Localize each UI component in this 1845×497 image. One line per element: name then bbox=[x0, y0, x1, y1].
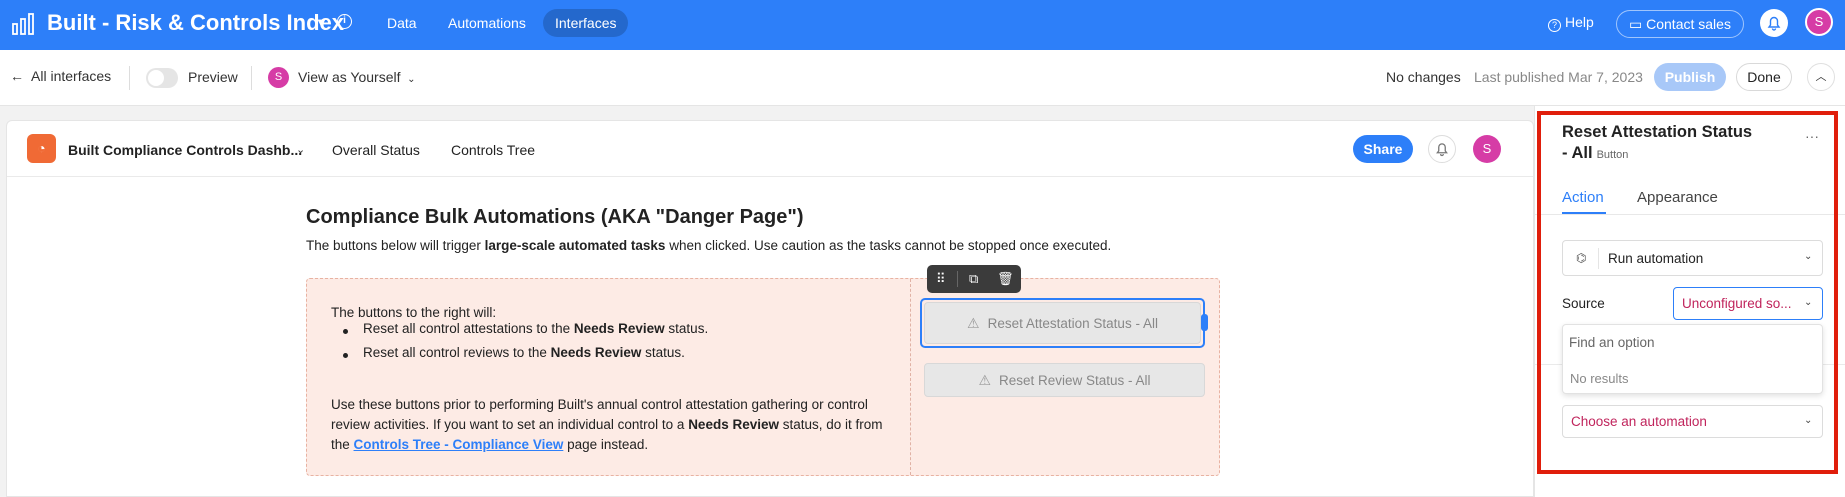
arrow-left-icon: ← bbox=[10, 68, 24, 84]
source-dropdown: No results bbox=[1562, 324, 1823, 394]
resize-handle[interactable] bbox=[1201, 314, 1208, 331]
nav-automations[interactable]: Automations bbox=[436, 9, 538, 37]
divider bbox=[957, 271, 958, 287]
base-title[interactable]: Built - Risk & Controls Index bbox=[47, 10, 344, 36]
panel-title: Reset Attestation Status - All Button bbox=[1562, 123, 1753, 162]
action-select[interactable]: ⌬ Run automation ⌄ bbox=[1562, 240, 1823, 276]
help-icon: ? bbox=[1548, 19, 1561, 32]
bullet bbox=[343, 353, 348, 358]
box-paragraph-line: review activities. If you want to set an… bbox=[331, 417, 883, 432]
interface-canvas: ◔ Built Compliance Controls Dashb... ⌄ O… bbox=[6, 120, 1534, 497]
bullet-attestations: Reset all control attestations to the Ne… bbox=[363, 321, 709, 336]
preview-label: Preview bbox=[188, 69, 238, 85]
bullet bbox=[343, 329, 348, 334]
chevron-down-icon: ⌄ bbox=[1804, 297, 1813, 308]
preview-toggle[interactable] bbox=[146, 68, 178, 88]
page-title: Compliance Bulk Automations (AKA "Danger… bbox=[306, 206, 804, 228]
duplicate-icon[interactable]: ⧉ bbox=[969, 271, 978, 287]
bullet-reviews: Reset all control reviews to the Needs R… bbox=[363, 345, 685, 360]
tab-controls-tree[interactable]: Controls Tree bbox=[451, 142, 535, 158]
automation-select[interactable]: Choose an automation ⌄ bbox=[1562, 405, 1823, 438]
tab-overall-status[interactable]: Overall Status bbox=[332, 142, 420, 158]
nav-data[interactable]: Data bbox=[375, 9, 429, 37]
nav-interfaces[interactable]: Interfaces bbox=[543, 9, 629, 37]
automation-icon: ⌬ bbox=[1576, 251, 1587, 265]
chevron-up-icon[interactable]: ︿ bbox=[1807, 63, 1835, 91]
tab-action[interactable]: Action bbox=[1562, 189, 1604, 206]
source-select[interactable]: Unconfigured so... ⌄ bbox=[1673, 287, 1823, 320]
notifications-button[interactable] bbox=[1428, 135, 1456, 163]
view-as-dropdown[interactable]: View as Yourself ⌄ bbox=[298, 69, 416, 85]
bar-chart-icon[interactable] bbox=[12, 13, 34, 35]
page-description: The buttons below will trigger large-sca… bbox=[306, 238, 1112, 253]
source-label: Source bbox=[1562, 296, 1605, 311]
change-status: No changes bbox=[1386, 69, 1461, 85]
last-published: Last published Mar 7, 2023 bbox=[1474, 69, 1643, 85]
divider bbox=[251, 66, 252, 90]
publish-button[interactable]: Publish bbox=[1654, 63, 1726, 91]
done-button[interactable]: Done bbox=[1736, 63, 1792, 91]
chat-icon: ▭ bbox=[1629, 16, 1643, 32]
top-bar: Built - Risk & Controls Index ▼ i Data A… bbox=[0, 0, 1845, 50]
back-to-interfaces[interactable]: ← All interfaces bbox=[10, 68, 111, 84]
help-link[interactable]: ? Help bbox=[1548, 14, 1594, 32]
chevron-down-icon: ⌄ bbox=[1804, 415, 1813, 426]
warning-icon: ⚠ bbox=[978, 372, 991, 388]
interface-name[interactable]: Built Compliance Controls Dashb... bbox=[68, 142, 302, 158]
info-icon[interactable]: i bbox=[337, 14, 352, 29]
trash-icon[interactable]: 🗑 bbox=[997, 271, 1014, 287]
more-options-icon[interactable]: ··· bbox=[1805, 128, 1819, 144]
divider bbox=[1535, 214, 1845, 215]
box-intro: The buttons to the right will: bbox=[331, 305, 497, 320]
divider bbox=[129, 66, 130, 90]
bell-icon bbox=[1436, 143, 1448, 157]
tab-appearance[interactable]: Appearance bbox=[1637, 189, 1718, 206]
column-divider bbox=[910, 279, 911, 475]
selected-button-frame[interactable]: ⚠ Reset Attestation Status - All bbox=[920, 298, 1208, 348]
properties-panel: Reset Attestation Status - All Button ···… bbox=[1534, 106, 1845, 497]
bell-icon bbox=[1767, 16, 1781, 31]
box-paragraph-line: the Controls Tree - Compliance View page… bbox=[331, 437, 649, 452]
contact-sales-button[interactable]: ▭ Contact sales bbox=[1616, 10, 1744, 38]
chevron-down-icon[interactable]: ▼ bbox=[315, 15, 328, 30]
user-avatar[interactable]: S bbox=[1473, 135, 1501, 163]
reset-review-button[interactable]: ⚠ Reset Review Status - All bbox=[924, 363, 1205, 397]
element-mini-toolbar: ⠿ ⧉ 🗑 bbox=[927, 265, 1021, 293]
user-avatar[interactable]: S bbox=[1805, 8, 1833, 36]
chevron-down-icon: ⌄ bbox=[1804, 251, 1813, 262]
notifications-button[interactable] bbox=[1760, 9, 1788, 37]
element-type: Button bbox=[1596, 149, 1629, 161]
no-results: No results bbox=[1570, 371, 1629, 386]
drag-handle-icon[interactable]: ⠿ bbox=[936, 271, 946, 287]
editor-toolbar: ← All interfaces Preview S View as Yours… bbox=[0, 50, 1845, 106]
box-paragraph-line: Use these buttons prior to performing Bu… bbox=[331, 397, 868, 412]
view-as-avatar: S bbox=[268, 67, 289, 88]
divider bbox=[1598, 248, 1599, 269]
interface-header: ◔ Built Compliance Controls Dashb... ⌄ O… bbox=[7, 121, 1533, 177]
option-search-input[interactable] bbox=[1569, 329, 1816, 355]
warning-icon: ⚠ bbox=[967, 315, 980, 331]
controls-tree-link[interactable]: Controls Tree - Compliance View bbox=[354, 437, 564, 452]
share-button[interactable]: Share bbox=[1353, 135, 1413, 163]
chevron-down-icon: ⌄ bbox=[404, 74, 416, 85]
chevron-down-icon[interactable]: ⌄ bbox=[296, 143, 305, 156]
reset-attestation-button[interactable]: ⚠ Reset Attestation Status - All bbox=[924, 302, 1201, 344]
dashboard-icon: ◔ bbox=[27, 134, 56, 163]
danger-zone-box: The buttons to the right will: Reset all… bbox=[306, 278, 1220, 476]
